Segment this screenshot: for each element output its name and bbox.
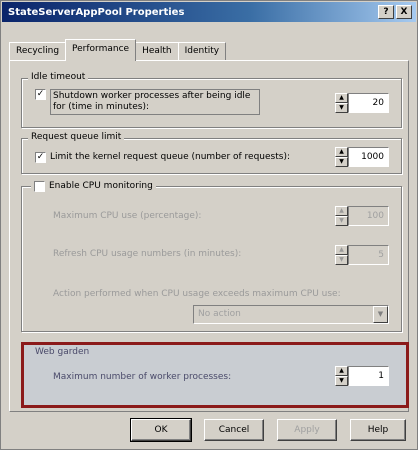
spin-up-icon[interactable]: ▲ (335, 93, 348, 103)
request-queue-checkbox-label: Limit the kernel request queue (number o… (50, 152, 290, 162)
idle-timeout-legend: Idle timeout (28, 72, 89, 82)
tab-strip: Recycling Performance Health Identity (9, 39, 227, 61)
title-bar: StateServerAppPool Properties ? X (2, 2, 416, 22)
apply-button[interactable]: Apply (277, 419, 337, 441)
help-button[interactable]: Help (350, 419, 406, 441)
max-worker-processes-spinner[interactable]: ▲ ▼ 1 (335, 366, 389, 386)
idle-timeout-row: ✓ Shutdown worker processes after being … (35, 89, 260, 115)
max-cpu-spin-buttons[interactable]: ▲ ▼ (335, 206, 348, 226)
spin-up-icon[interactable]: ▲ (335, 206, 348, 216)
idle-timeout-input[interactable]: 20 (348, 93, 389, 113)
max-cpu-label: Maximum CPU use (percentage): (53, 211, 202, 221)
max-worker-processes-spin-buttons[interactable]: ▲ ▼ (335, 366, 348, 386)
idle-timeout-spin-buttons[interactable]: ▲ ▼ (335, 93, 348, 113)
max-worker-processes-label: Maximum number of worker processes: (53, 372, 232, 382)
tab-health[interactable]: Health (135, 42, 179, 61)
refresh-cpu-label: Refresh CPU usage numbers (in minutes): (53, 249, 242, 259)
spin-up-icon[interactable]: ▲ (335, 245, 348, 255)
request-queue-spin-buttons[interactable]: ▲ ▼ (335, 147, 348, 167)
tab-identity[interactable]: Identity (177, 42, 227, 61)
spin-down-icon[interactable]: ▼ (335, 255, 348, 265)
properties-dialog: StateServerAppPool Properties ? X Recycl… (0, 0, 418, 450)
max-cpu-input[interactable]: 100 (348, 206, 389, 226)
spin-down-icon[interactable]: ▼ (335, 376, 348, 386)
cpu-monitoring-checkbox-label: Enable CPU monitoring (49, 181, 153, 191)
idle-timeout-spinner[interactable]: ▲ ▼ 20 (335, 93, 389, 113)
spin-down-icon[interactable]: ▼ (335, 216, 348, 226)
cpu-monitoring-checkbox[interactable] (34, 181, 45, 192)
window-title: StateServerAppPool Properties (8, 6, 185, 18)
cpu-action-select[interactable]: No action ▼ (193, 305, 389, 324)
spin-down-icon[interactable]: ▼ (335, 157, 348, 167)
cpu-action-label: Action performed when CPU usage exceeds … (53, 289, 341, 299)
request-queue-input[interactable]: 1000 (348, 147, 389, 167)
max-worker-processes-input[interactable]: 1 (348, 366, 389, 386)
idle-timeout-checkbox-label: Shutdown worker processes after being id… (50, 89, 260, 115)
cpu-monitoring-row: Enable CPU monitoring (31, 181, 156, 192)
spin-up-icon[interactable]: ▲ (335, 147, 348, 157)
ok-button[interactable]: OK (130, 418, 192, 442)
refresh-cpu-input[interactable]: 5 (348, 245, 389, 265)
cancel-button[interactable]: Cancel (204, 419, 264, 441)
tab-recycling[interactable]: Recycling (9, 42, 67, 61)
idle-timeout-checkbox[interactable]: ✓ (35, 89, 46, 100)
request-queue-checkbox[interactable]: ✓ (35, 152, 46, 163)
refresh-cpu-spin-buttons[interactable]: ▲ ▼ (335, 245, 348, 265)
request-queue-legend: Request queue limit (28, 132, 125, 142)
chevron-down-icon[interactable]: ▼ (373, 306, 388, 323)
spin-up-icon[interactable]: ▲ (335, 366, 348, 376)
help-icon[interactable]: ? (378, 5, 394, 19)
max-cpu-spinner[interactable]: ▲ ▼ 100 (335, 206, 389, 226)
request-queue-spinner[interactable]: ▲ ▼ 1000 (335, 147, 389, 167)
tab-performance[interactable]: Performance (65, 39, 137, 61)
web-garden-legend: Web garden (35, 347, 90, 357)
close-icon[interactable]: X (396, 5, 412, 19)
cpu-action-value: No action (198, 309, 241, 319)
spin-down-icon[interactable]: ▼ (335, 103, 348, 113)
request-queue-row: ✓ Limit the kernel request queue (number… (35, 152, 290, 163)
title-bar-buttons: ? X (378, 5, 412, 19)
refresh-cpu-spinner[interactable]: ▲ ▼ 5 (335, 245, 389, 265)
